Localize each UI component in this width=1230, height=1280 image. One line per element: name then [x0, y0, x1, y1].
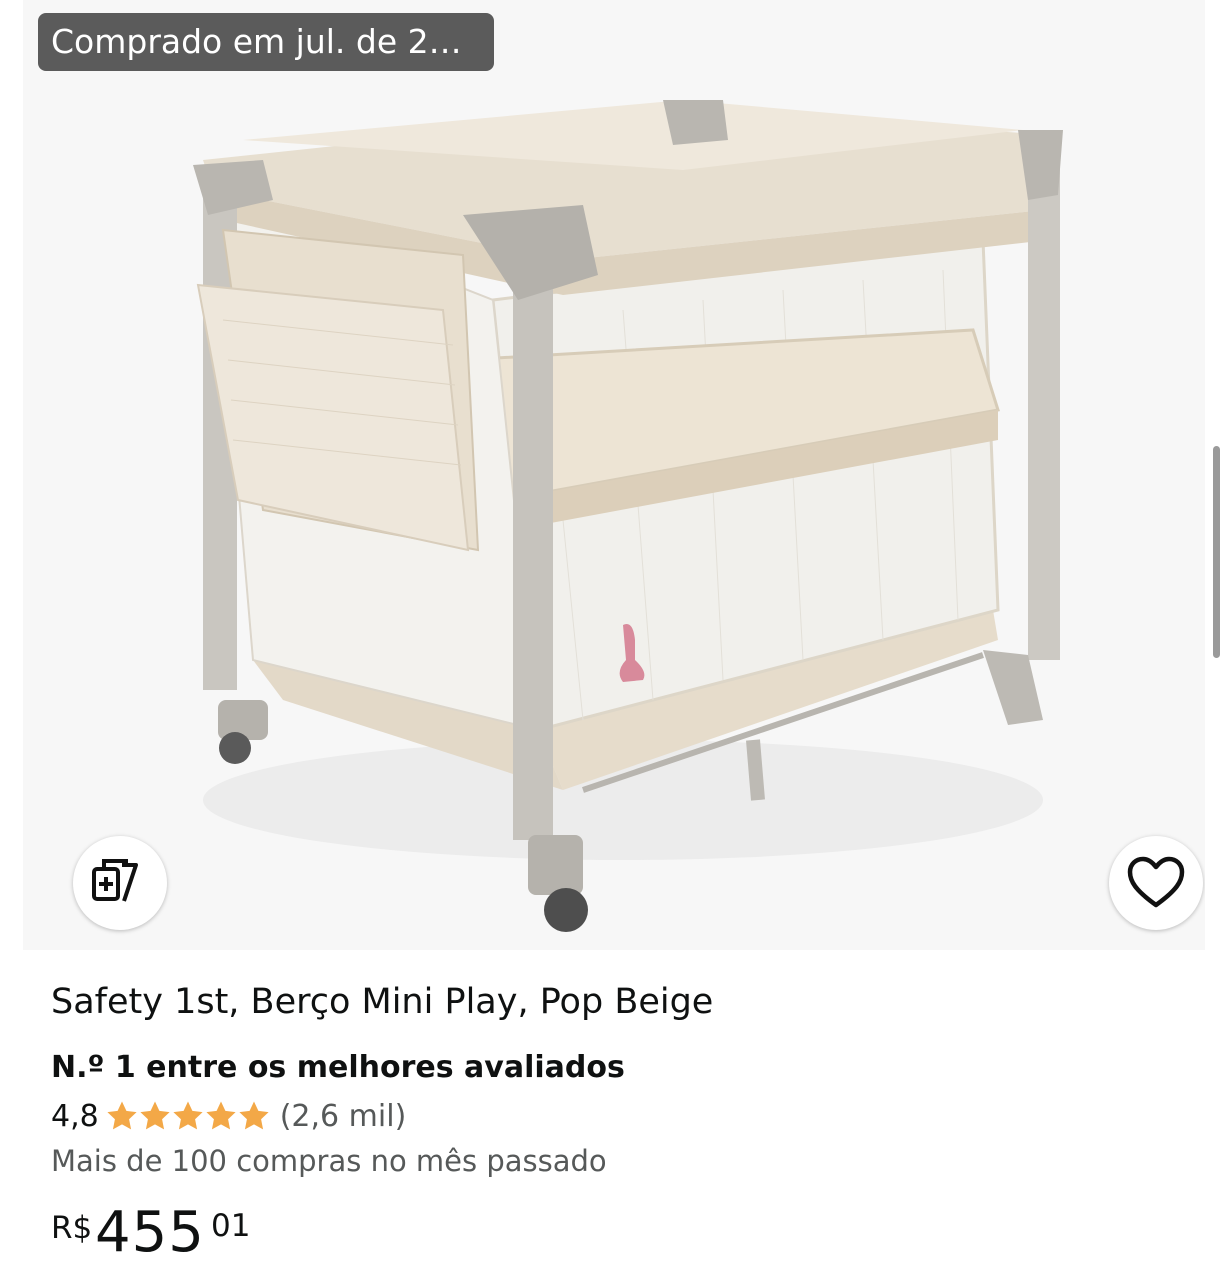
wishlist-button[interactable]	[1109, 836, 1203, 930]
purchased-badge: Comprado em jul. de 2…	[38, 13, 494, 71]
purchase-count: Mais de 100 compras no mês passado	[51, 1144, 607, 1178]
star-icon	[173, 1101, 203, 1130]
product-title[interactable]: Safety 1st, Berço Mini Play, Pop Beige	[51, 982, 713, 1022]
price-fraction: 01	[211, 1208, 251, 1244]
star-icon	[140, 1101, 170, 1130]
star-icon	[206, 1101, 236, 1130]
rating-value: 4,8	[51, 1098, 99, 1134]
compare-button[interactable]	[73, 836, 167, 930]
product-image[interactable]	[23, 0, 1205, 950]
rating-count[interactable]: (2,6 mil)	[280, 1099, 407, 1134]
price-whole: 455	[95, 1200, 205, 1265]
best-rated-badge[interactable]: N.º 1 entre os melhores avaliados	[51, 1050, 625, 1085]
scrollbar[interactable]	[1213, 446, 1220, 658]
rating-row[interactable]: 4,8 (2,6 mil)	[51, 1096, 406, 1136]
price-currency: R$	[51, 1210, 93, 1246]
product-page: Comprado em jul. de 2… Safety 1st, Berço…	[0, 0, 1230, 1280]
star-icon	[239, 1101, 269, 1130]
star-icon	[107, 1101, 137, 1130]
compare-add-icon	[92, 859, 138, 902]
product-image-card[interactable]	[23, 0, 1205, 950]
star-rating	[105, 1099, 270, 1133]
heart-icon	[1127, 856, 1185, 908]
